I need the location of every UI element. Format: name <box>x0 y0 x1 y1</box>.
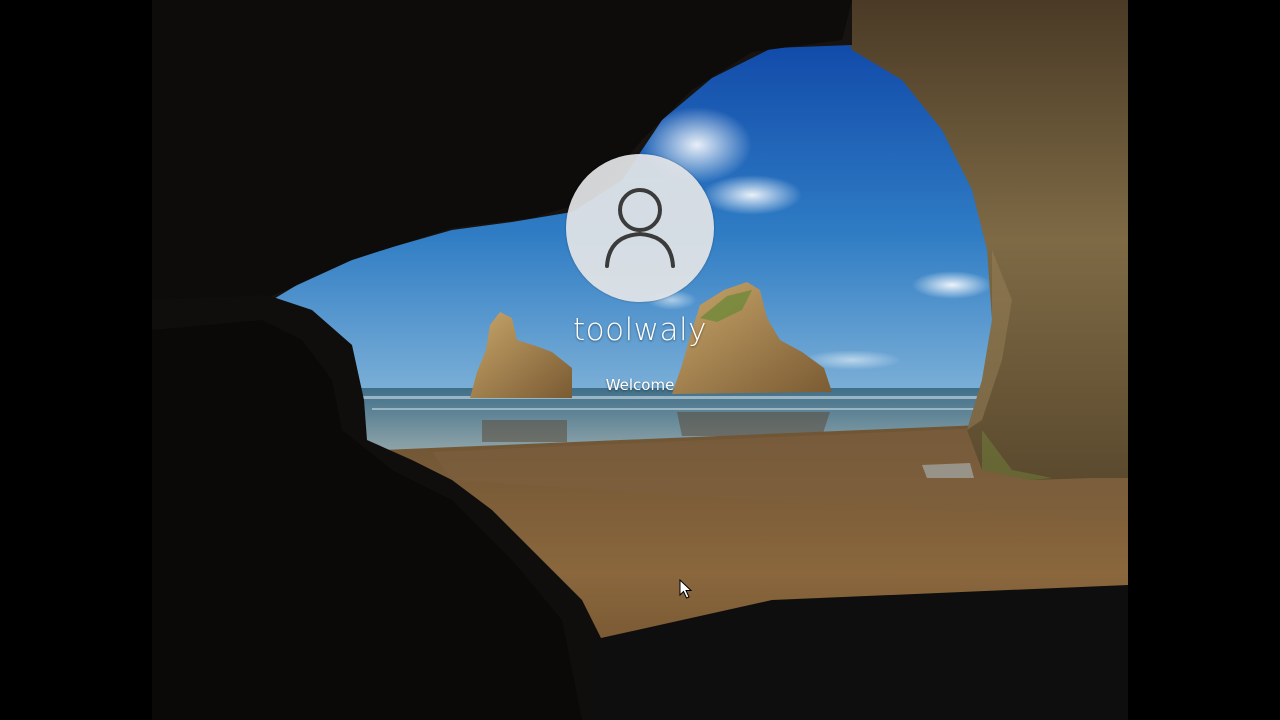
welcome-status-text: Welcome <box>605 376 675 394</box>
user-silhouette-icon <box>605 188 675 268</box>
username-label: toolwaly <box>572 312 707 348</box>
screen: toolwaly Welcome <box>0 0 1280 720</box>
user-avatar[interactable] <box>566 154 714 302</box>
cave-beach-wallpaper <box>152 0 1128 720</box>
mouse-pointer-icon <box>679 579 693 599</box>
lock-screen[interactable]: toolwaly Welcome <box>152 0 1128 720</box>
